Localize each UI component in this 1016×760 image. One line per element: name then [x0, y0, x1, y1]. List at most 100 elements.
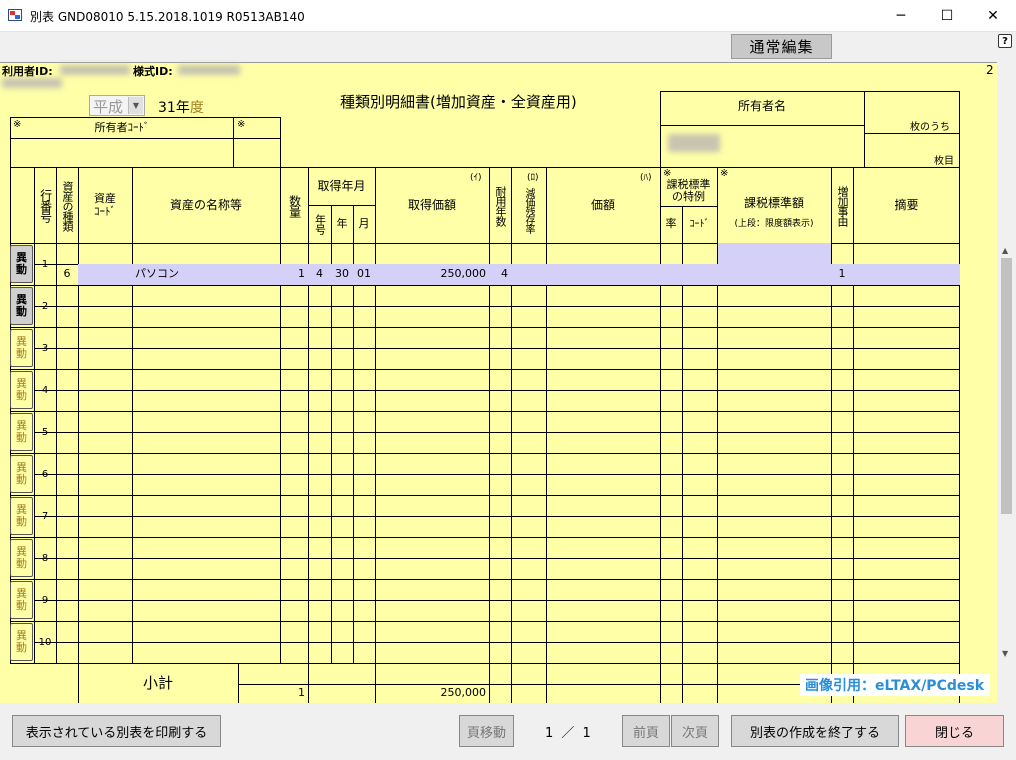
row-number: 8: [41, 552, 49, 564]
cell-era[interactable]: 4: [308, 264, 331, 285]
grid-line: [682, 243, 683, 663]
grid-line: [511, 663, 512, 703]
ido-button-10[interactable]: 異動: [10, 623, 33, 661]
next-page-button[interactable]: 次頁: [671, 715, 719, 747]
col-tax-code: ｺｰﾄﾞ: [689, 219, 710, 230]
sheet-of-label: 枚のうち: [910, 122, 950, 133]
grid-line: [10, 369, 34, 370]
col-row-no: 行番号: [38, 189, 53, 222]
grid-line: [34, 495, 960, 496]
grid-line: [546, 243, 547, 663]
grid-line: [34, 537, 960, 538]
row-number: 3: [41, 342, 49, 354]
mode-button[interactable]: 通常編集: [731, 34, 832, 59]
grid-line: [546, 663, 547, 703]
grid-line: [34, 453, 960, 454]
grid-line: [34, 558, 960, 559]
cell-name[interactable]: パソコン: [132, 264, 280, 285]
owner-name-value: [668, 134, 720, 152]
grid-line: [864, 133, 959, 134]
ido-button-4[interactable]: 異動: [10, 371, 33, 409]
era-select[interactable]: 平成 ▼: [89, 95, 145, 116]
cell-reason[interactable]: 1: [831, 264, 853, 285]
grid-line: [331, 243, 332, 663]
ido-button-8[interactable]: 異動: [10, 539, 33, 577]
app-icon: [8, 9, 22, 21]
ido-button-3[interactable]: 異動: [10, 329, 33, 367]
owner-code-label: 所有者ｺｰﾄﾞ: [94, 120, 150, 134]
col-asset-name: 資産の名称等: [169, 197, 242, 212]
grid-line: [660, 663, 661, 703]
grid-line: [34, 390, 960, 391]
ido-button-5[interactable]: 異動: [10, 413, 33, 451]
col-acq-month: 月: [358, 216, 370, 230]
page-move-button[interactable]: 頁移動: [459, 715, 514, 747]
finish-button[interactable]: 別表の作成を終了する: [731, 715, 899, 747]
grid-line: [10, 167, 11, 243]
page-indicator: 1 ／ 1: [545, 726, 593, 741]
window-title: 別表 GND08010 5.15.2018.1019 R0513AB140: [30, 10, 305, 24]
prev-page-button[interactable]: 前頁: [622, 715, 670, 747]
maximize-button[interactable]: ☐: [924, 0, 970, 32]
col-asset-code: 資産ｺｰﾄﾞ: [94, 192, 116, 218]
ido-button-9[interactable]: 異動: [10, 581, 33, 619]
user-id-value: [60, 65, 130, 75]
grid-line: [34, 621, 960, 622]
col-tax-base-mark: ※: [720, 168, 729, 179]
grid-line: [511, 243, 512, 663]
page-number: 2: [986, 63, 994, 77]
watermark: 画像引用：eLTAX/PCdesk: [800, 674, 990, 696]
help-icon[interactable]: ?: [998, 34, 1012, 48]
user-name-value: [2, 78, 62, 88]
grid-line: [10, 453, 34, 454]
grid-line: [10, 285, 34, 286]
cell-life[interactable]: 4: [489, 264, 511, 285]
col-tax-rate: 率: [665, 217, 677, 231]
print-button[interactable]: 表示されている別表を印刷する: [12, 715, 221, 747]
vertical-scrollbar[interactable]: ▲ ▼: [997, 62, 1016, 703]
year-suffix: 度: [189, 100, 204, 116]
subtotal-qty: 1: [298, 686, 305, 700]
grid-line: [56, 243, 57, 663]
grid-line: [660, 125, 864, 126]
scroll-up-icon[interactable]: ▲: [1002, 246, 1008, 255]
grid-line: [831, 243, 832, 663]
scroll-thumb[interactable]: [1001, 258, 1012, 514]
col-residual: 減価残存率: [523, 188, 534, 233]
doc-title: 種類別明細書(増加資産・全資産用): [340, 93, 577, 111]
grid-line: [78, 243, 79, 663]
toolbar: [0, 32, 1016, 62]
scroll-down-icon[interactable]: ▼: [1002, 649, 1008, 658]
grid-line: [853, 243, 854, 663]
grid-line: [34, 600, 960, 601]
cell-year[interactable]: 30: [331, 264, 353, 285]
tax-base-limit-input[interactable]: [718, 243, 831, 264]
close-button[interactable]: 閉じる: [905, 715, 1004, 747]
ido-button-2[interactable]: 異動: [10, 287, 33, 325]
subtotal-price: 250,000: [440, 686, 487, 700]
grid-line: [10, 537, 34, 538]
era-value: 平成: [93, 98, 124, 116]
cell-month[interactable]: 01: [353, 264, 375, 285]
form-id-label: 様式ID:: [133, 65, 173, 78]
minimize-button[interactable]: ─: [878, 0, 924, 32]
grid-line: [132, 243, 133, 663]
ido-button-7[interactable]: 異動: [10, 497, 33, 535]
grid-line: [280, 117, 281, 167]
chevron-down-icon[interactable]: ▼: [128, 97, 143, 114]
grid-line: [280, 243, 281, 663]
sheet-no-label: 枚目: [934, 156, 954, 167]
ido-button-6[interactable]: 異動: [10, 455, 33, 493]
cell-price[interactable]: 250,000: [375, 264, 489, 285]
grid-line: [10, 327, 34, 328]
grid-line: [10, 243, 34, 244]
grid-line: [34, 474, 960, 475]
row-number: 9: [41, 594, 49, 606]
form-id-value: [178, 65, 240, 75]
cell-qty[interactable]: 1: [280, 264, 308, 285]
close-window-button[interactable]: ✕: [970, 0, 1016, 32]
owner-code-mark-2: ※: [237, 119, 246, 130]
cell-type[interactable]: 6: [56, 264, 78, 285]
ido-button-1[interactable]: 異動: [10, 245, 33, 283]
grid-line: [34, 411, 960, 412]
